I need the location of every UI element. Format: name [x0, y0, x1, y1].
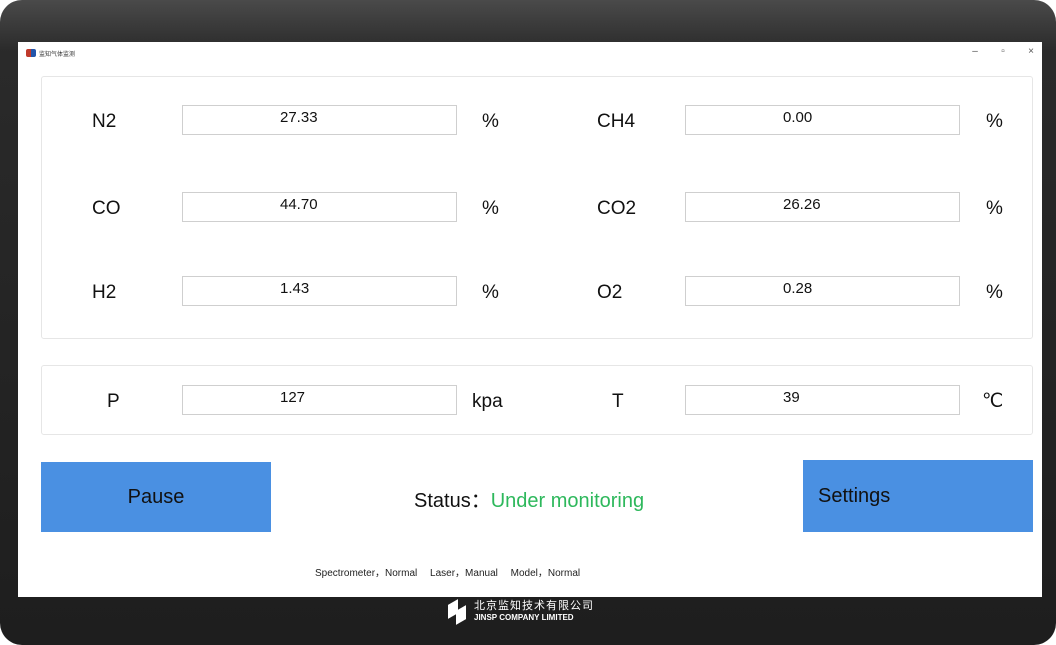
company-name-cn: 北京监知技术有限公司	[474, 600, 594, 612]
gas-readings-panel: N2 27.33 % CH4 0.00 % CO 44.70 % CO2 26.…	[41, 76, 1033, 339]
gas-label-ch4: CH4	[597, 111, 636, 132]
window-controls: – ▫ ×	[970, 46, 1036, 58]
app-logo-icon	[26, 48, 36, 58]
gas-value-field-ch4: 0.00	[685, 105, 960, 135]
gas-unit-h2: %	[482, 282, 499, 303]
gas-unit-co2: %	[986, 198, 1003, 219]
model-status: Model，Normal	[510, 568, 581, 579]
env-unit-temperature: ℃	[982, 391, 1004, 412]
company-logo-icon	[446, 600, 468, 624]
gas-unit-o2: %	[986, 282, 1003, 303]
gas-value-field-co2: 26.26	[685, 192, 960, 222]
company-footer: 北京监知技术有限公司 JINSP COMPANY LIMITED	[446, 600, 594, 624]
env-value-field-temperature: 39	[685, 385, 960, 415]
laser-status: Laser，Manual	[430, 568, 498, 579]
maximize-button[interactable]: ▫	[998, 46, 1008, 58]
close-button[interactable]: ×	[1026, 46, 1036, 58]
gas-label-h2: H2	[92, 282, 117, 303]
status-label: Status：	[414, 490, 491, 512]
gas-value-field-co: 44.70	[182, 192, 457, 222]
company-name-en: JINSP COMPANY LIMITED	[474, 613, 574, 622]
gas-value-field-n2: 27.33	[182, 105, 457, 135]
spectrometer-status: Spectrometer，Normal	[315, 568, 418, 579]
settings-button[interactable]: Settings	[803, 460, 1033, 532]
env-label-pressure: P	[107, 391, 120, 412]
env-unit-pressure: kpa	[472, 391, 503, 412]
gas-unit-n2: %	[482, 111, 499, 132]
gas-label-co2: CO2	[597, 198, 637, 219]
pause-button[interactable]: Pause	[41, 462, 271, 532]
env-value-field-pressure: 127	[182, 385, 457, 415]
window-title: 监知气体监测	[39, 51, 76, 58]
gas-label-n2: N2	[92, 111, 117, 132]
env-label-temperature: T	[612, 391, 624, 412]
gas-value-field-h2: 1.43	[182, 276, 457, 306]
environment-panel: P 127 kpa T 39 ℃	[41, 365, 1033, 435]
gas-label-o2: O2	[597, 282, 623, 303]
status-value: Under monitoring	[490, 490, 645, 512]
gas-unit-ch4: %	[986, 111, 1003, 132]
gas-unit-co: %	[482, 198, 499, 219]
company-name: 北京监知技术有限公司 JINSP COMPANY LIMITED	[474, 601, 594, 623]
subsystem-status-bar: Spectrometer，Normal Laser，Manual Model，N…	[315, 564, 590, 579]
gas-value-field-o2: 0.28	[685, 276, 960, 306]
gas-label-co: CO	[92, 198, 121, 219]
title-bar: 监知气体监测 – ▫ ×	[18, 42, 1042, 64]
status-display: Status：Under monitoring	[414, 484, 644, 513]
minimize-button[interactable]: –	[970, 46, 980, 58]
app-window: 监知气体监测 – ▫ × N2 27.33 % CH4 0.00 % CO 44…	[18, 42, 1042, 597]
